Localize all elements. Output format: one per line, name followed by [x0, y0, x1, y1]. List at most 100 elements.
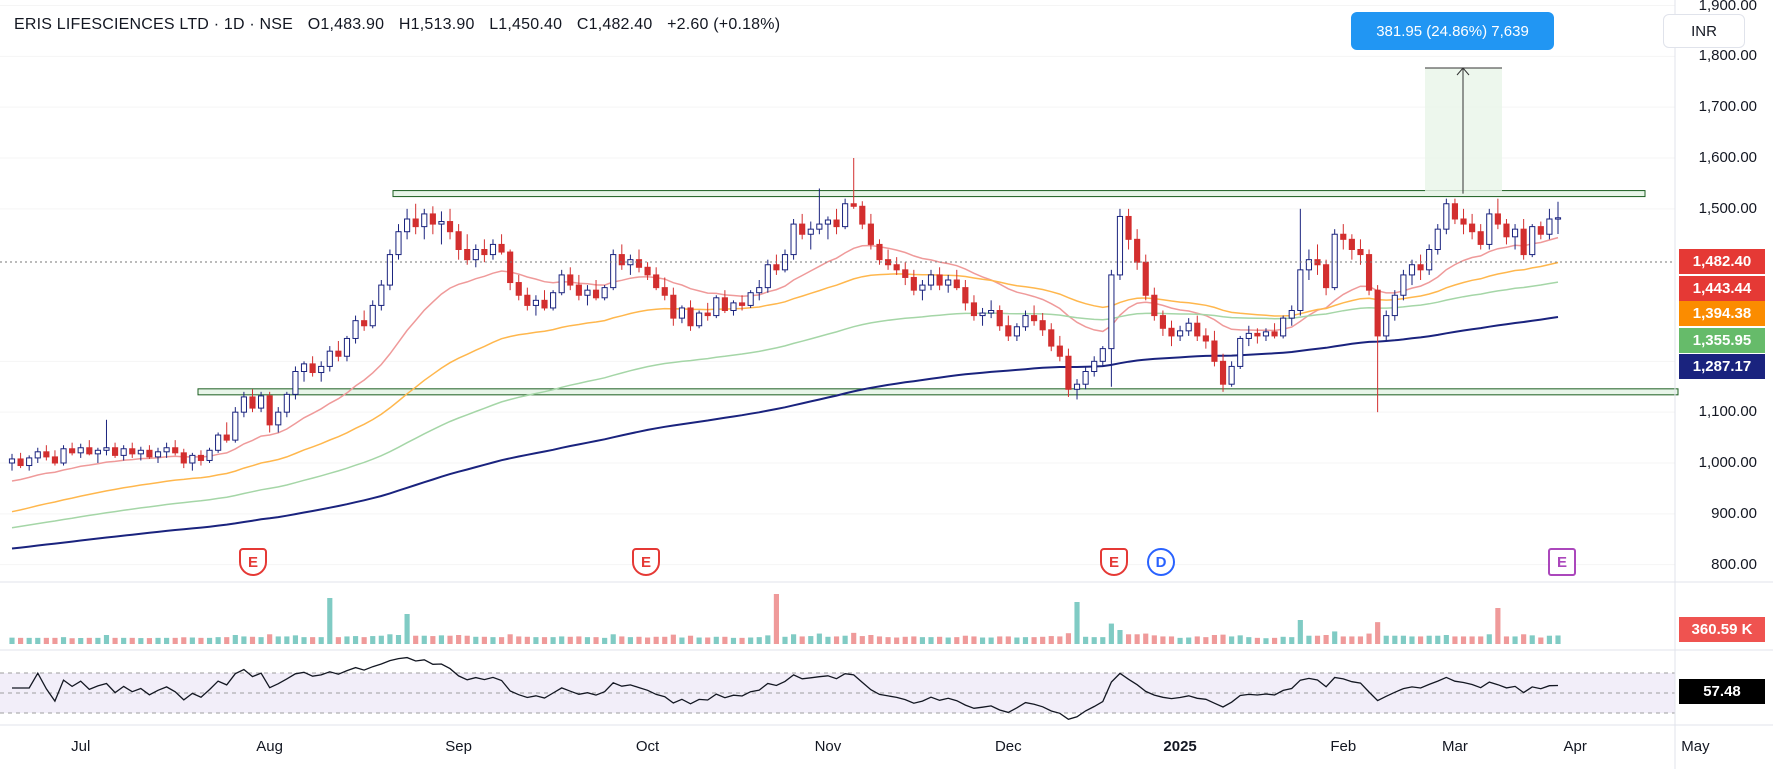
- volume-bar: [584, 637, 591, 644]
- volume-bar: [481, 636, 487, 644]
- candle-body: [1323, 264, 1330, 289]
- candle-body: [1056, 345, 1063, 357]
- candle-body: [799, 223, 806, 235]
- candle-body: [1357, 249, 1364, 256]
- candle-body: [412, 218, 419, 228]
- candle-body: [197, 454, 205, 461]
- volume-bar: [198, 637, 204, 644]
- candle-body: [773, 264, 780, 271]
- volume-bar: [1400, 635, 1406, 644]
- volume-bar: [722, 636, 728, 644]
- candle-body: [936, 274, 943, 286]
- candle-body: [1477, 231, 1484, 245]
- symbol-header: ERIS LIFESCIENCES LTD · 1D · NSE O1,483.…: [14, 16, 790, 34]
- currency-button[interactable]: INR: [1663, 14, 1745, 48]
- volume-bar: [1478, 636, 1484, 644]
- volume-bar: [464, 635, 470, 644]
- candle-body: [1185, 322, 1192, 332]
- volume-bar: [215, 637, 221, 644]
- volume-bar: [249, 636, 256, 644]
- price-tick-label: 1,500.00: [1698, 199, 1757, 217]
- candle-body: [154, 451, 162, 458]
- candle-body: [1443, 203, 1450, 230]
- dividend-event-icon[interactable]: D: [1147, 548, 1175, 576]
- candle-body: [343, 337, 351, 357]
- candle-body: [395, 231, 402, 256]
- volume-bar: [1246, 637, 1252, 644]
- candle-body: [1237, 337, 1244, 367]
- candle-body: [352, 320, 359, 339]
- candle-body: [541, 299, 548, 309]
- volume-bar: [473, 636, 479, 644]
- candle-body: [687, 307, 694, 327]
- volume-bar: [1323, 635, 1329, 644]
- candle-body: [575, 284, 582, 296]
- candle-body: [1039, 320, 1046, 331]
- candle-body: [842, 203, 849, 228]
- earnings-event-icon[interactable]: E: [1100, 548, 1128, 576]
- volume-bar: [1014, 637, 1020, 644]
- volume-bar: [894, 637, 900, 644]
- volume-bar: [224, 637, 230, 644]
- volume-bar: [833, 636, 840, 644]
- volume-bar: [1289, 637, 1295, 644]
- volume-bar: [1280, 636, 1286, 644]
- volume-bar: [979, 637, 986, 644]
- candle-body: [1451, 203, 1459, 220]
- candle-body: [318, 365, 325, 374]
- volume-bar: [181, 637, 187, 644]
- volume-bar: [1091, 637, 1097, 644]
- candle-body: [1245, 332, 1252, 339]
- volume-bar: [1306, 635, 1312, 644]
- candle-body: [704, 312, 711, 317]
- volume-bar: [902, 636, 908, 644]
- candle-body: [1194, 322, 1201, 337]
- candle-body: [180, 452, 187, 464]
- volume-bar: [1065, 633, 1072, 644]
- close-value: C1,482.40: [576, 16, 653, 33]
- candle-body: [927, 274, 935, 286]
- candle-body: [1460, 218, 1467, 225]
- volume-bar: [438, 635, 445, 644]
- symbol-name[interactable]: ERIS LIFESCIENCES LTD · 1D · NSE: [14, 16, 293, 33]
- volume-bar: [962, 635, 968, 644]
- candle-body: [876, 243, 883, 261]
- candle-body: [1073, 383, 1081, 390]
- volume-bar: [172, 637, 178, 644]
- volume-bar: [791, 634, 797, 644]
- volume-bar: [524, 636, 530, 644]
- candle-body: [266, 395, 273, 426]
- volume-bar: [825, 636, 831, 644]
- volume-bar: [267, 634, 273, 644]
- volume-bar: [95, 637, 101, 644]
- candle-body: [146, 449, 153, 458]
- candle-body: [833, 219, 840, 228]
- candle-body: [1511, 228, 1519, 238]
- earnings-event-icon[interactable]: E: [632, 548, 660, 576]
- price-tick-label: 1,800.00: [1698, 47, 1757, 65]
- candle-body: [1082, 371, 1089, 385]
- candle-body: [1151, 294, 1158, 317]
- volume-tag: 360.59 K: [1679, 617, 1765, 642]
- candle-body: [129, 448, 136, 455]
- candle-body: [1262, 331, 1270, 337]
- volume-bar: [730, 637, 737, 644]
- candle-body: [970, 302, 978, 317]
- earnings-event-icon[interactable]: E: [239, 548, 267, 576]
- time-tick-label: Aug: [256, 738, 284, 755]
- price-tick-label: 1,600.00: [1698, 149, 1757, 166]
- upcoming-earnings-icon[interactable]: E: [1548, 548, 1576, 576]
- volume-bar: [1426, 635, 1432, 644]
- volume-bar: [1512, 636, 1518, 644]
- measure-label[interactable]: 381.95 (24.86%) 7,639: [1351, 12, 1554, 50]
- volume-bar: [1254, 637, 1260, 644]
- volume-bar: [997, 636, 1003, 644]
- volume-bar: [1418, 636, 1424, 644]
- volume-bar: [232, 635, 238, 644]
- candle-body: [489, 243, 497, 256]
- candle-body: [738, 302, 746, 306]
- volume-bar: [679, 637, 685, 644]
- price-chart[interactable]: [0, 0, 1773, 769]
- volume-bar: [335, 637, 341, 644]
- candle-body: [867, 223, 874, 245]
